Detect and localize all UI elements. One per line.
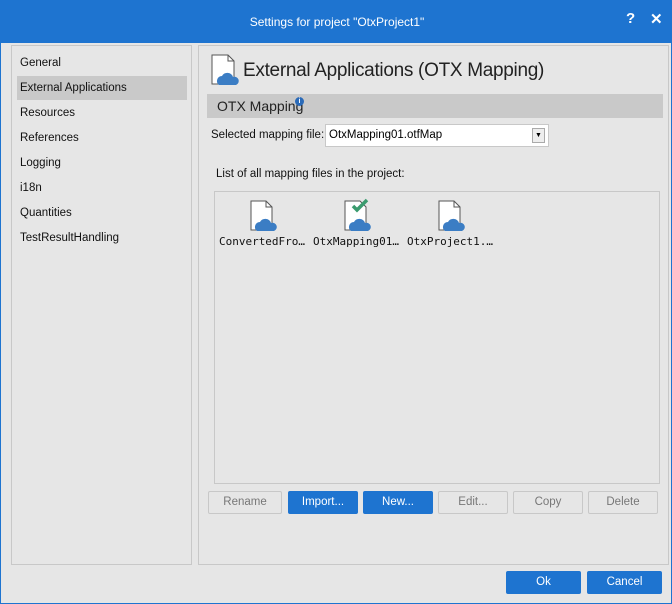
new-button[interactable]: New... (363, 491, 433, 514)
mapping-file-select[interactable]: OtxMapping01.otfMap ▼ (325, 124, 549, 147)
sidebar-item-references[interactable]: References (17, 126, 187, 150)
mapping-file-icon (438, 200, 465, 231)
title-bar: Settings for project "OtxProject1" ? ✕ (1, 1, 672, 43)
sidebar-item-general[interactable]: General (17, 51, 187, 75)
edit-button[interactable]: Edit... (438, 491, 508, 514)
delete-button[interactable]: Delete (588, 491, 658, 514)
list-item[interactable]: OtxMapping01… (309, 198, 403, 248)
ok-button[interactable]: Ok (506, 571, 581, 594)
mapping-file-label: Selected mapping file: (211, 129, 325, 141)
sidebar-item-testresulthandling[interactable]: TestResultHandling (17, 226, 187, 250)
copy-button[interactable]: Copy (513, 491, 583, 514)
list-item[interactable]: OtxProject1.… (403, 198, 497, 248)
file-name: ConvertedFro… (218, 235, 306, 248)
mapping-files-list[interactable]: ConvertedFro… OtxMapping01… OtxProject1.… (214, 191, 660, 484)
settings-sidebar: General External Applications Resources … (11, 45, 192, 565)
list-item[interactable]: ConvertedFro… (215, 198, 309, 248)
help-button[interactable]: ? (626, 10, 635, 27)
sidebar-item-quantities[interactable]: Quantities (17, 201, 187, 225)
file-name: OtxProject1.… (406, 235, 494, 248)
chevron-down-icon[interactable]: ▼ (532, 128, 545, 143)
rename-button[interactable]: Rename (208, 491, 282, 514)
list-label: List of all mapping files in the project… (216, 168, 405, 180)
section-title: OTX Mapping (217, 98, 304, 114)
mapping-file-checked-icon (344, 198, 371, 231)
file-name: OtxMapping01… (312, 235, 400, 248)
mapping-file-value: OtxMapping01.otfMap (329, 129, 443, 141)
page-title: External Applications (OTX Mapping) (243, 60, 545, 81)
window-title: Settings for project "OtxProject1" (249, 15, 425, 29)
mapping-file-icon (211, 54, 239, 85)
settings-panel: External Applications (OTX Mapping) OTX … (198, 45, 669, 565)
mapping-file-icon (250, 200, 277, 231)
sidebar-item-i18n[interactable]: i18n (17, 176, 187, 200)
section-header: OTX Mapping i (207, 94, 663, 118)
sidebar-item-external-applications[interactable]: External Applications (17, 76, 187, 100)
close-button[interactable]: ✕ (650, 10, 663, 28)
cancel-button[interactable]: Cancel (587, 571, 662, 594)
info-icon[interactable]: i (295, 97, 304, 106)
sidebar-item-logging[interactable]: Logging (17, 151, 187, 175)
import-button[interactable]: Import... (288, 491, 358, 514)
sidebar-item-resources[interactable]: Resources (17, 101, 187, 125)
